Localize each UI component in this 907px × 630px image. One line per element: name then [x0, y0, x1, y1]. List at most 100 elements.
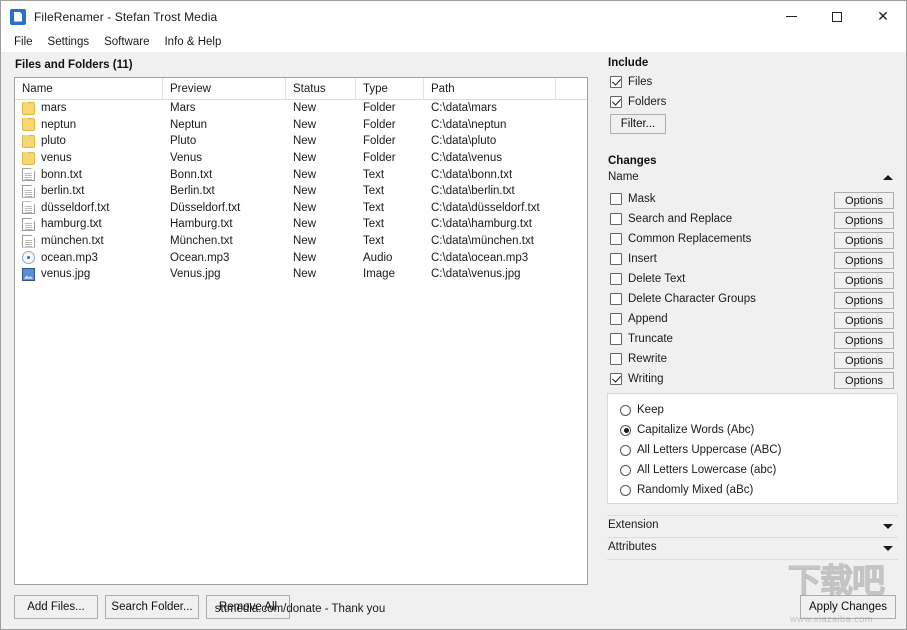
audio-file-icon: [22, 251, 35, 265]
options-button-insert[interactable]: Options: [834, 252, 894, 269]
writing-option-capitalize-words-abc[interactable]: Capitalize Words (Abc): [620, 424, 754, 436]
cell-path: C:\data\hamburg.txt: [431, 218, 532, 231]
table-row[interactable]: düsseldorf.txt Düsseldorf.txt New Text C:\da…: [15, 200, 587, 217]
cell-status: New: [293, 152, 317, 165]
checkbox-icon[interactable]: [610, 373, 622, 385]
radio-icon[interactable]: [620, 404, 631, 416]
text-file-icon: [22, 168, 35, 182]
table-row[interactable]: ocean.mp3 Ocean.mp3 New Audio C:\data\ocean.…: [15, 249, 587, 266]
options-button-search-and-replace[interactable]: Options: [834, 212, 894, 229]
extension-section-label[interactable]: Extension: [608, 519, 659, 531]
checkbox-icon[interactable]: [610, 193, 622, 205]
change-writing-label: Writing: [628, 373, 664, 385]
options-button-common-replacements[interactable]: Options: [834, 232, 894, 249]
menu-item-file[interactable]: File: [7, 34, 40, 50]
change-insert-checkbox-row[interactable]: Insert: [610, 253, 657, 265]
table-row[interactable]: neptun Neptun New Folder C:\data\neptun: [15, 117, 587, 134]
change-search-and-replace-checkbox-row[interactable]: Search and Replace: [610, 213, 732, 225]
radio-icon[interactable]: [620, 424, 631, 436]
cell-preview: Ocean.mp3: [170, 251, 230, 264]
cell-status: New: [293, 168, 317, 181]
checkbox-icon[interactable]: [610, 273, 622, 285]
change-writing-checkbox-row[interactable]: Writing: [610, 373, 664, 385]
options-button-delete-text[interactable]: Options: [834, 272, 894, 289]
filter-button[interactable]: Filter...: [610, 114, 666, 134]
column-header-name[interactable]: Name: [15, 78, 163, 100]
change-truncate-checkbox-row[interactable]: Truncate: [610, 333, 673, 345]
text-file-icon: [22, 184, 35, 198]
options-button-rewrite[interactable]: Options: [834, 352, 894, 369]
chevron-down-icon[interactable]: [883, 546, 893, 551]
remove-all-button[interactable]: Remove All: [206, 595, 290, 619]
table-row[interactable]: mars Mars New Folder C:\data\mars: [15, 100, 587, 117]
maximize-icon: [832, 11, 842, 22]
chevron-up-icon[interactable]: [883, 175, 893, 180]
cell-name: neptun: [22, 118, 162, 132]
search-folder-button[interactable]: Search Folder...: [105, 595, 199, 619]
writing-option-all-letters-lowercase-abc[interactable]: All Letters Lowercase (abc): [620, 464, 776, 476]
table-row[interactable]: bonn.txt Bonn.txt New Text C:\data\bonn.txt: [15, 166, 587, 183]
close-button[interactable]: ✕: [860, 1, 906, 32]
cell-name-text: berlin.txt: [41, 185, 85, 198]
add-files-button[interactable]: Add Files...: [14, 595, 98, 619]
radio-icon[interactable]: [620, 484, 631, 496]
column-header-path[interactable]: Path: [424, 78, 556, 100]
change-append-checkbox-row[interactable]: Append: [610, 313, 668, 325]
apply-changes-button[interactable]: Apply Changes: [800, 595, 896, 619]
menu-item-software[interactable]: Software: [97, 34, 156, 50]
change-common-replacements-checkbox-row[interactable]: Common Replacements: [610, 233, 751, 245]
cell-name-text: venus: [41, 152, 72, 165]
options-button-writing[interactable]: Options: [834, 372, 894, 389]
table-row[interactable]: pluto Pluto New Folder C:\data\pluto: [15, 133, 587, 150]
table-row[interactable]: venus.jpg Venus.jpg New Image C:\data\venus.…: [15, 266, 587, 283]
checkbox-icon[interactable]: [610, 313, 622, 325]
changes-name-group-label[interactable]: Name: [608, 171, 639, 183]
table-row[interactable]: hamburg.txt Hamburg.txt New Text C:\data\ham…: [15, 216, 587, 233]
checkbox-icon[interactable]: [610, 213, 622, 225]
change-delete-character-groups-checkbox-row[interactable]: Delete Character Groups: [610, 293, 756, 305]
checkbox-icon[interactable]: [610, 353, 622, 365]
options-button-mask[interactable]: Options: [834, 192, 894, 209]
column-header-type[interactable]: Type: [356, 78, 424, 100]
radio-icon[interactable]: [620, 444, 631, 456]
cell-name: mars: [22, 101, 162, 115]
menu-item-info-help[interactable]: Info & Help: [157, 34, 228, 50]
column-header-status[interactable]: Status: [286, 78, 356, 100]
checkbox-icon[interactable]: [610, 233, 622, 245]
maximize-button[interactable]: [814, 1, 860, 32]
include-folders-checkbox-row[interactable]: Folders: [610, 96, 666, 108]
table-row[interactable]: berlin.txt Berlin.txt New Text C:\data\berli…: [15, 183, 587, 200]
column-header-spacer: [556, 78, 587, 100]
cell-name: venus: [22, 151, 162, 165]
options-button-truncate[interactable]: Options: [834, 332, 894, 349]
options-button-append[interactable]: Options: [834, 312, 894, 329]
checkbox-icon[interactable]: [610, 96, 622, 108]
checkbox-icon[interactable]: [610, 76, 622, 88]
checkbox-icon[interactable]: [610, 333, 622, 345]
change-rewrite-checkbox-row[interactable]: Rewrite: [610, 353, 667, 365]
checkbox-icon[interactable]: [610, 253, 622, 265]
cell-path: C:\data\münchen.txt: [431, 235, 534, 248]
writing-option-keep[interactable]: Keep: [620, 404, 664, 416]
chevron-down-icon[interactable]: [883, 524, 893, 529]
cell-name: venus.jpg: [22, 267, 162, 281]
application-window: FileRenamer - Stefan Trost Media ✕ File …: [0, 0, 907, 630]
menu-item-settings[interactable]: Settings: [41, 34, 97, 50]
cell-status: New: [293, 185, 317, 198]
writing-option-randomly-mixed-abc[interactable]: Randomly Mixed (aBc): [620, 484, 753, 496]
include-files-checkbox-row[interactable]: Files: [610, 76, 652, 88]
change-delete-text-checkbox-row[interactable]: Delete Text: [610, 273, 685, 285]
column-header-preview[interactable]: Preview: [163, 78, 286, 100]
change-mask-checkbox-row[interactable]: Mask: [610, 193, 655, 205]
writing-option-all-letters-uppercase-abc[interactable]: All Letters Uppercase (ABC): [620, 444, 781, 456]
attributes-section-label[interactable]: Attributes: [608, 541, 657, 553]
minimize-button[interactable]: [768, 1, 814, 32]
checkbox-icon[interactable]: [610, 293, 622, 305]
table-row[interactable]: venus Venus New Folder C:\data\venus: [15, 150, 587, 167]
writing-option-label: All Letters Lowercase (abc): [637, 464, 777, 476]
radio-icon[interactable]: [620, 464, 631, 476]
options-button-delete-character-groups[interactable]: Options: [834, 292, 894, 309]
file-list[interactable]: Name Preview Status Type Path mars Mars New Fol…: [14, 77, 588, 585]
table-row[interactable]: münchen.txt München.txt New Text C:\data\mün…: [15, 233, 587, 250]
folder-icon: [22, 134, 35, 148]
